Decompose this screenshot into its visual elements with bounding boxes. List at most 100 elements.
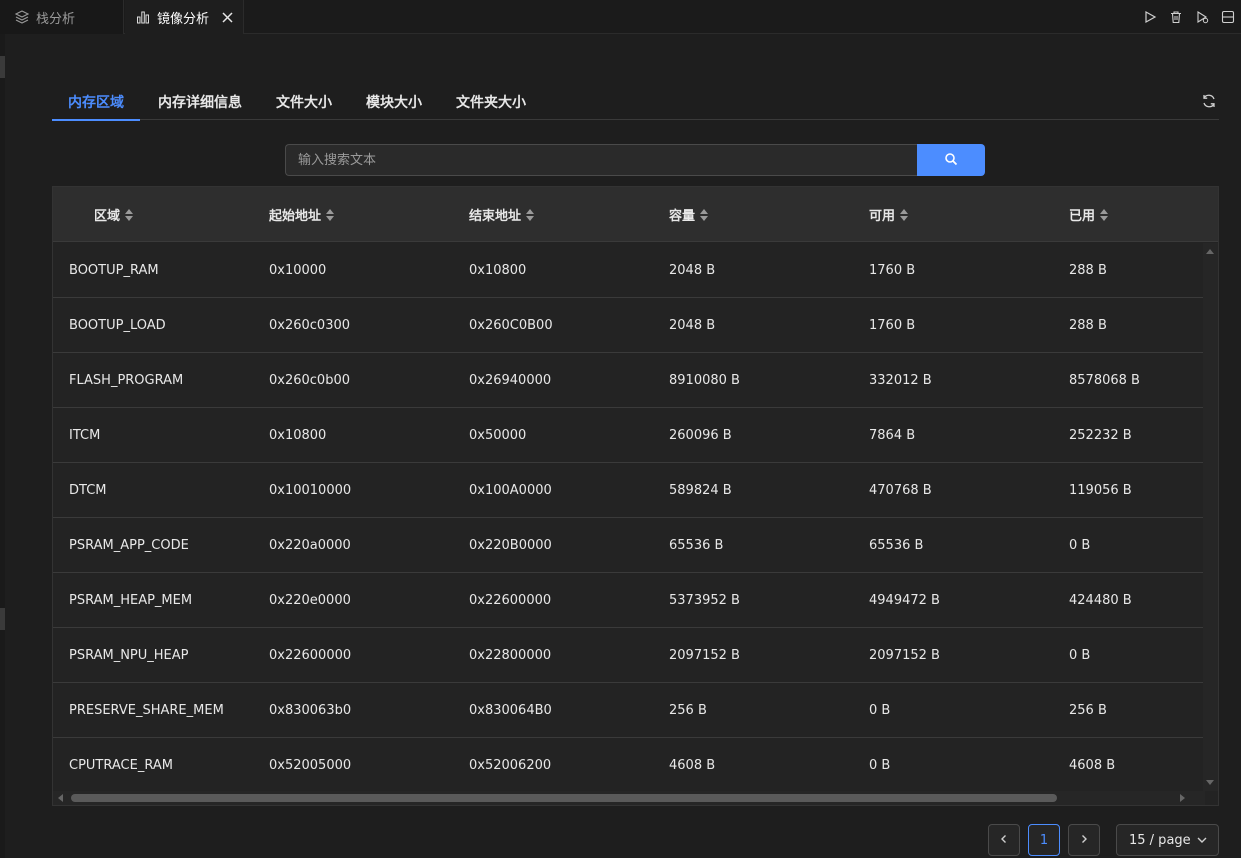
tab-stack-analysis[interactable]: 栈分析 [0, 0, 124, 34]
cell-end-address: 0x10800 [469, 262, 527, 278]
cell-start-address: 0x220e0000 [269, 592, 351, 608]
table-row[interactable]: CPUTRACE_RAM 0x52005000 0x52006200 4608 … [53, 738, 1205, 793]
left-edge-strip [0, 34, 5, 858]
tab-memory-details[interactable]: 内存详细信息 [158, 84, 242, 120]
cell-used: 4608 B [1069, 757, 1116, 773]
tab-module-size[interactable]: 模块大小 [366, 84, 422, 120]
scroll-down-icon[interactable] [1206, 780, 1214, 785]
cell-capacity: 589824 B [669, 482, 732, 498]
cell-capacity: 5373952 B [669, 592, 740, 608]
editor-tab-bar: 栈分析 镜像分析 [0, 0, 1241, 34]
column-header-label: 可用 [869, 209, 896, 224]
scroll-left-icon[interactable] [58, 794, 63, 802]
cell-available: 1760 B [869, 262, 916, 278]
tab-folder-size[interactable]: 文件夹大小 [456, 84, 526, 120]
cell-available: 332012 B [869, 372, 932, 388]
sort-icon[interactable] [700, 208, 709, 221]
sort-icon[interactable] [1100, 208, 1109, 221]
tab-memory-regions[interactable]: 内存区域 [52, 84, 140, 121]
table-row[interactable]: ITCM 0x10800 0x50000 260096 B 7864 B 252… [53, 408, 1205, 463]
trash-icon[interactable] [1163, 4, 1189, 30]
cell-start-address: 0x260c0300 [269, 317, 351, 333]
cell-used: 252232 B [1069, 427, 1132, 443]
cell-start-address: 0x10010000 [269, 482, 352, 498]
cell-used: 288 B [1069, 317, 1107, 333]
table-row[interactable]: BOOTUP_RAM 0x10000 0x10800 2048 B 1760 B… [53, 243, 1205, 298]
table-row[interactable]: PRESERVE_SHARE_MEM 0x830063b0 0x830064B0… [53, 683, 1205, 738]
horizontal-scroll-thumb[interactable] [71, 794, 1057, 802]
search-button[interactable] [917, 144, 985, 176]
cell-capacity: 2048 B [669, 262, 716, 278]
cell-used: 256 B [1069, 702, 1107, 718]
run-debug-icon[interactable] [1189, 4, 1215, 30]
split-editor-icon[interactable] [1215, 4, 1241, 30]
search-input[interactable] [285, 144, 917, 176]
scroll-right-icon[interactable] [1180, 794, 1185, 802]
chevron-down-icon [1196, 834, 1208, 850]
page-size-select[interactable]: 15 / page [1116, 824, 1219, 856]
vertical-scrollbar[interactable] [1203, 243, 1218, 791]
scroll-up-icon[interactable] [1206, 249, 1214, 254]
cell-region: CPUTRACE_RAM [69, 757, 173, 773]
cell-end-address: 0x52006200 [469, 757, 552, 773]
column-header-used[interactable]: 已用 [1069, 187, 1109, 242]
refresh-icon[interactable] [1201, 93, 1219, 111]
cell-used: 119056 B [1069, 482, 1132, 498]
cell-end-address: 0x26940000 [469, 372, 552, 388]
table-header: 区域 起始地址 结束地址 容量 可用 已用 [53, 187, 1218, 242]
cell-used: 288 B [1069, 262, 1107, 278]
sort-icon[interactable] [900, 208, 909, 221]
prev-page-button[interactable] [988, 824, 1020, 856]
cell-start-address: 0x830063b0 [269, 702, 352, 718]
table-row[interactable]: PSRAM_HEAP_MEM 0x220e0000 0x22600000 537… [53, 573, 1205, 628]
cell-used: 0 B [1069, 647, 1091, 663]
cell-capacity: 260096 B [669, 427, 732, 443]
tab-image-analysis-label: 镜像分析 [157, 11, 210, 27]
cell-capacity: 2048 B [669, 317, 716, 333]
table-row[interactable]: BOOTUP_LOAD 0x260c0300 0x260C0B00 2048 B… [53, 298, 1205, 353]
cell-available: 2097152 B [869, 647, 940, 663]
page-1-button[interactable]: 1 [1028, 824, 1060, 856]
page-size-label: 15 / page [1129, 832, 1191, 848]
column-header-label: 容量 [669, 209, 696, 224]
column-header-region[interactable]: 区域 [94, 187, 134, 242]
table-row[interactable]: DTCM 0x10010000 0x100A0000 589824 B 4707… [53, 463, 1205, 518]
sort-icon[interactable] [526, 208, 535, 221]
next-page-button[interactable] [1068, 824, 1100, 856]
memory-regions-table: 区域 起始地址 结束地址 容量 可用 已用 BOOTUP_RAM 0x10000… [52, 186, 1219, 806]
cell-end-address: 0x50000 [469, 427, 527, 443]
cell-available: 470768 B [869, 482, 932, 498]
table-row[interactable]: FLASH_PROGRAM 0x260c0b00 0x26940000 8910… [53, 353, 1205, 408]
cell-available: 0 B [869, 702, 891, 718]
search-icon [944, 152, 958, 169]
play-icon[interactable] [1137, 4, 1163, 30]
column-header-capacity[interactable]: 容量 [669, 187, 709, 242]
cell-end-address: 0x22600000 [469, 592, 552, 608]
horizontal-scrollbar[interactable] [53, 791, 1205, 805]
bar-chart-icon [135, 9, 151, 25]
cell-available: 1760 B [869, 317, 916, 333]
sort-icon[interactable] [326, 208, 335, 221]
tab-image-analysis[interactable]: 镜像分析 [125, 0, 244, 34]
cell-end-address: 0x260C0B00 [469, 317, 553, 333]
table-body: BOOTUP_RAM 0x10000 0x10800 2048 B 1760 B… [53, 243, 1205, 793]
cell-start-address: 0x10000 [269, 262, 327, 278]
tab-file-size[interactable]: 文件大小 [276, 84, 332, 120]
column-header-start-address[interactable]: 起始地址 [269, 187, 335, 242]
sort-icon[interactable] [125, 208, 134, 221]
cell-start-address: 0x22600000 [269, 647, 352, 663]
column-header-end-address[interactable]: 结束地址 [469, 187, 535, 242]
cell-available: 0 B [869, 757, 891, 773]
cell-used: 424480 B [1069, 592, 1132, 608]
column-header-label: 起始地址 [269, 209, 322, 224]
table-row[interactable]: PSRAM_NPU_HEAP 0x22600000 0x22800000 209… [53, 628, 1205, 683]
cell-capacity: 8910080 B [669, 372, 740, 388]
column-header-available[interactable]: 可用 [869, 187, 909, 242]
cell-region: PRESERVE_SHARE_MEM [69, 702, 224, 718]
table-row[interactable]: PSRAM_APP_CODE 0x220a0000 0x220B0000 655… [53, 518, 1205, 573]
column-header-label: 区域 [94, 209, 121, 224]
chevron-left-icon [999, 833, 1009, 848]
close-icon[interactable] [219, 9, 235, 25]
cell-region: ITCM [69, 427, 101, 443]
cell-available: 4949472 B [869, 592, 940, 608]
